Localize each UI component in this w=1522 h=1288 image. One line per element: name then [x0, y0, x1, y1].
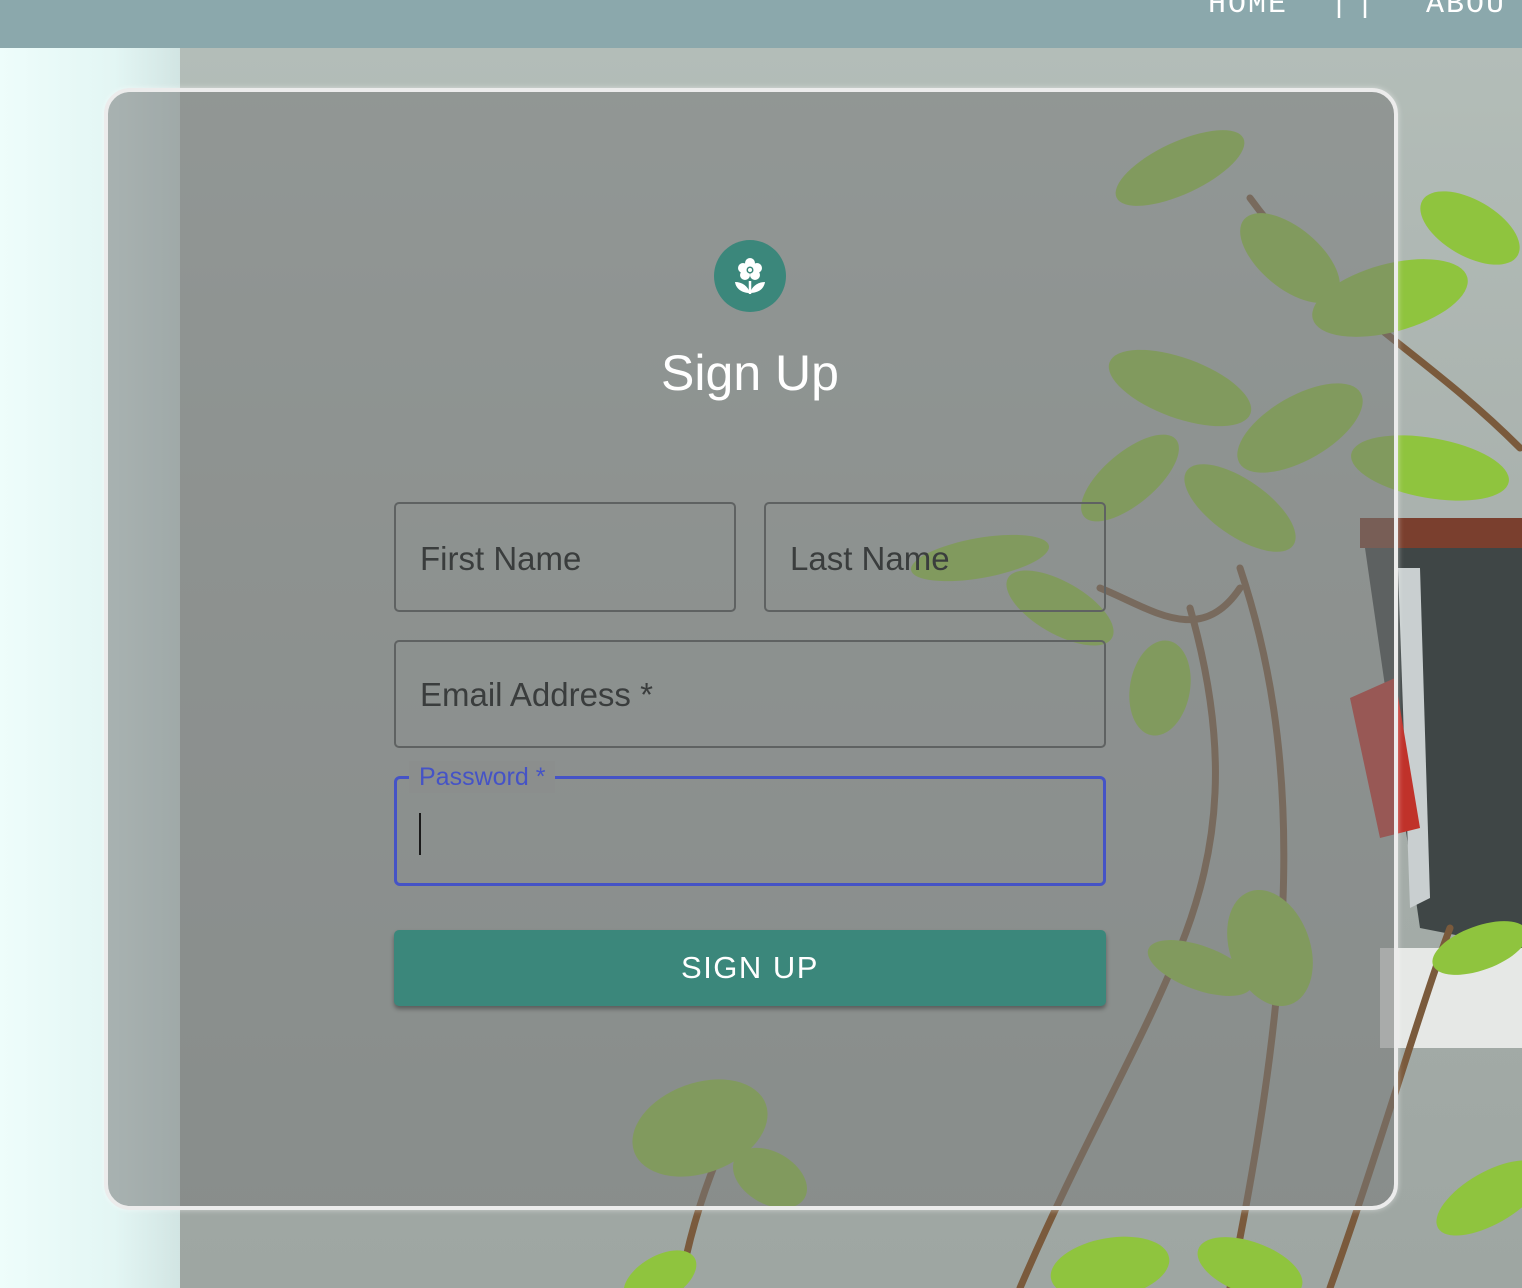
first-name-label: First Name — [420, 540, 582, 577]
last-name-label: Last Name — [790, 540, 950, 577]
text-caret — [419, 813, 421, 855]
nav-home-link[interactable]: HOME — [1208, 0, 1288, 22]
email-field[interactable]: Email Address * — [394, 640, 1106, 748]
flower-icon — [735, 258, 765, 294]
nav-about-link[interactable]: ABOU — [1426, 0, 1506, 22]
password-label: Password * — [419, 762, 546, 791]
email-label: Email Address * — [420, 676, 653, 713]
top-navbar: HOME || ABOU — [0, 0, 1522, 48]
password-label-container: Password * — [409, 761, 556, 793]
avatar — [714, 240, 786, 312]
first-name-field[interactable]: First Name — [394, 502, 736, 612]
password-input[interactable] — [417, 803, 1081, 861]
signup-button[interactable]: SIGN UP — [394, 930, 1106, 1006]
page-title: Sign Up — [661, 345, 839, 401]
nav-separator: || — [1330, 0, 1383, 22]
password-field[interactable]: Password * — [394, 761, 1106, 886]
last-name-field[interactable]: Last Name — [764, 502, 1106, 612]
